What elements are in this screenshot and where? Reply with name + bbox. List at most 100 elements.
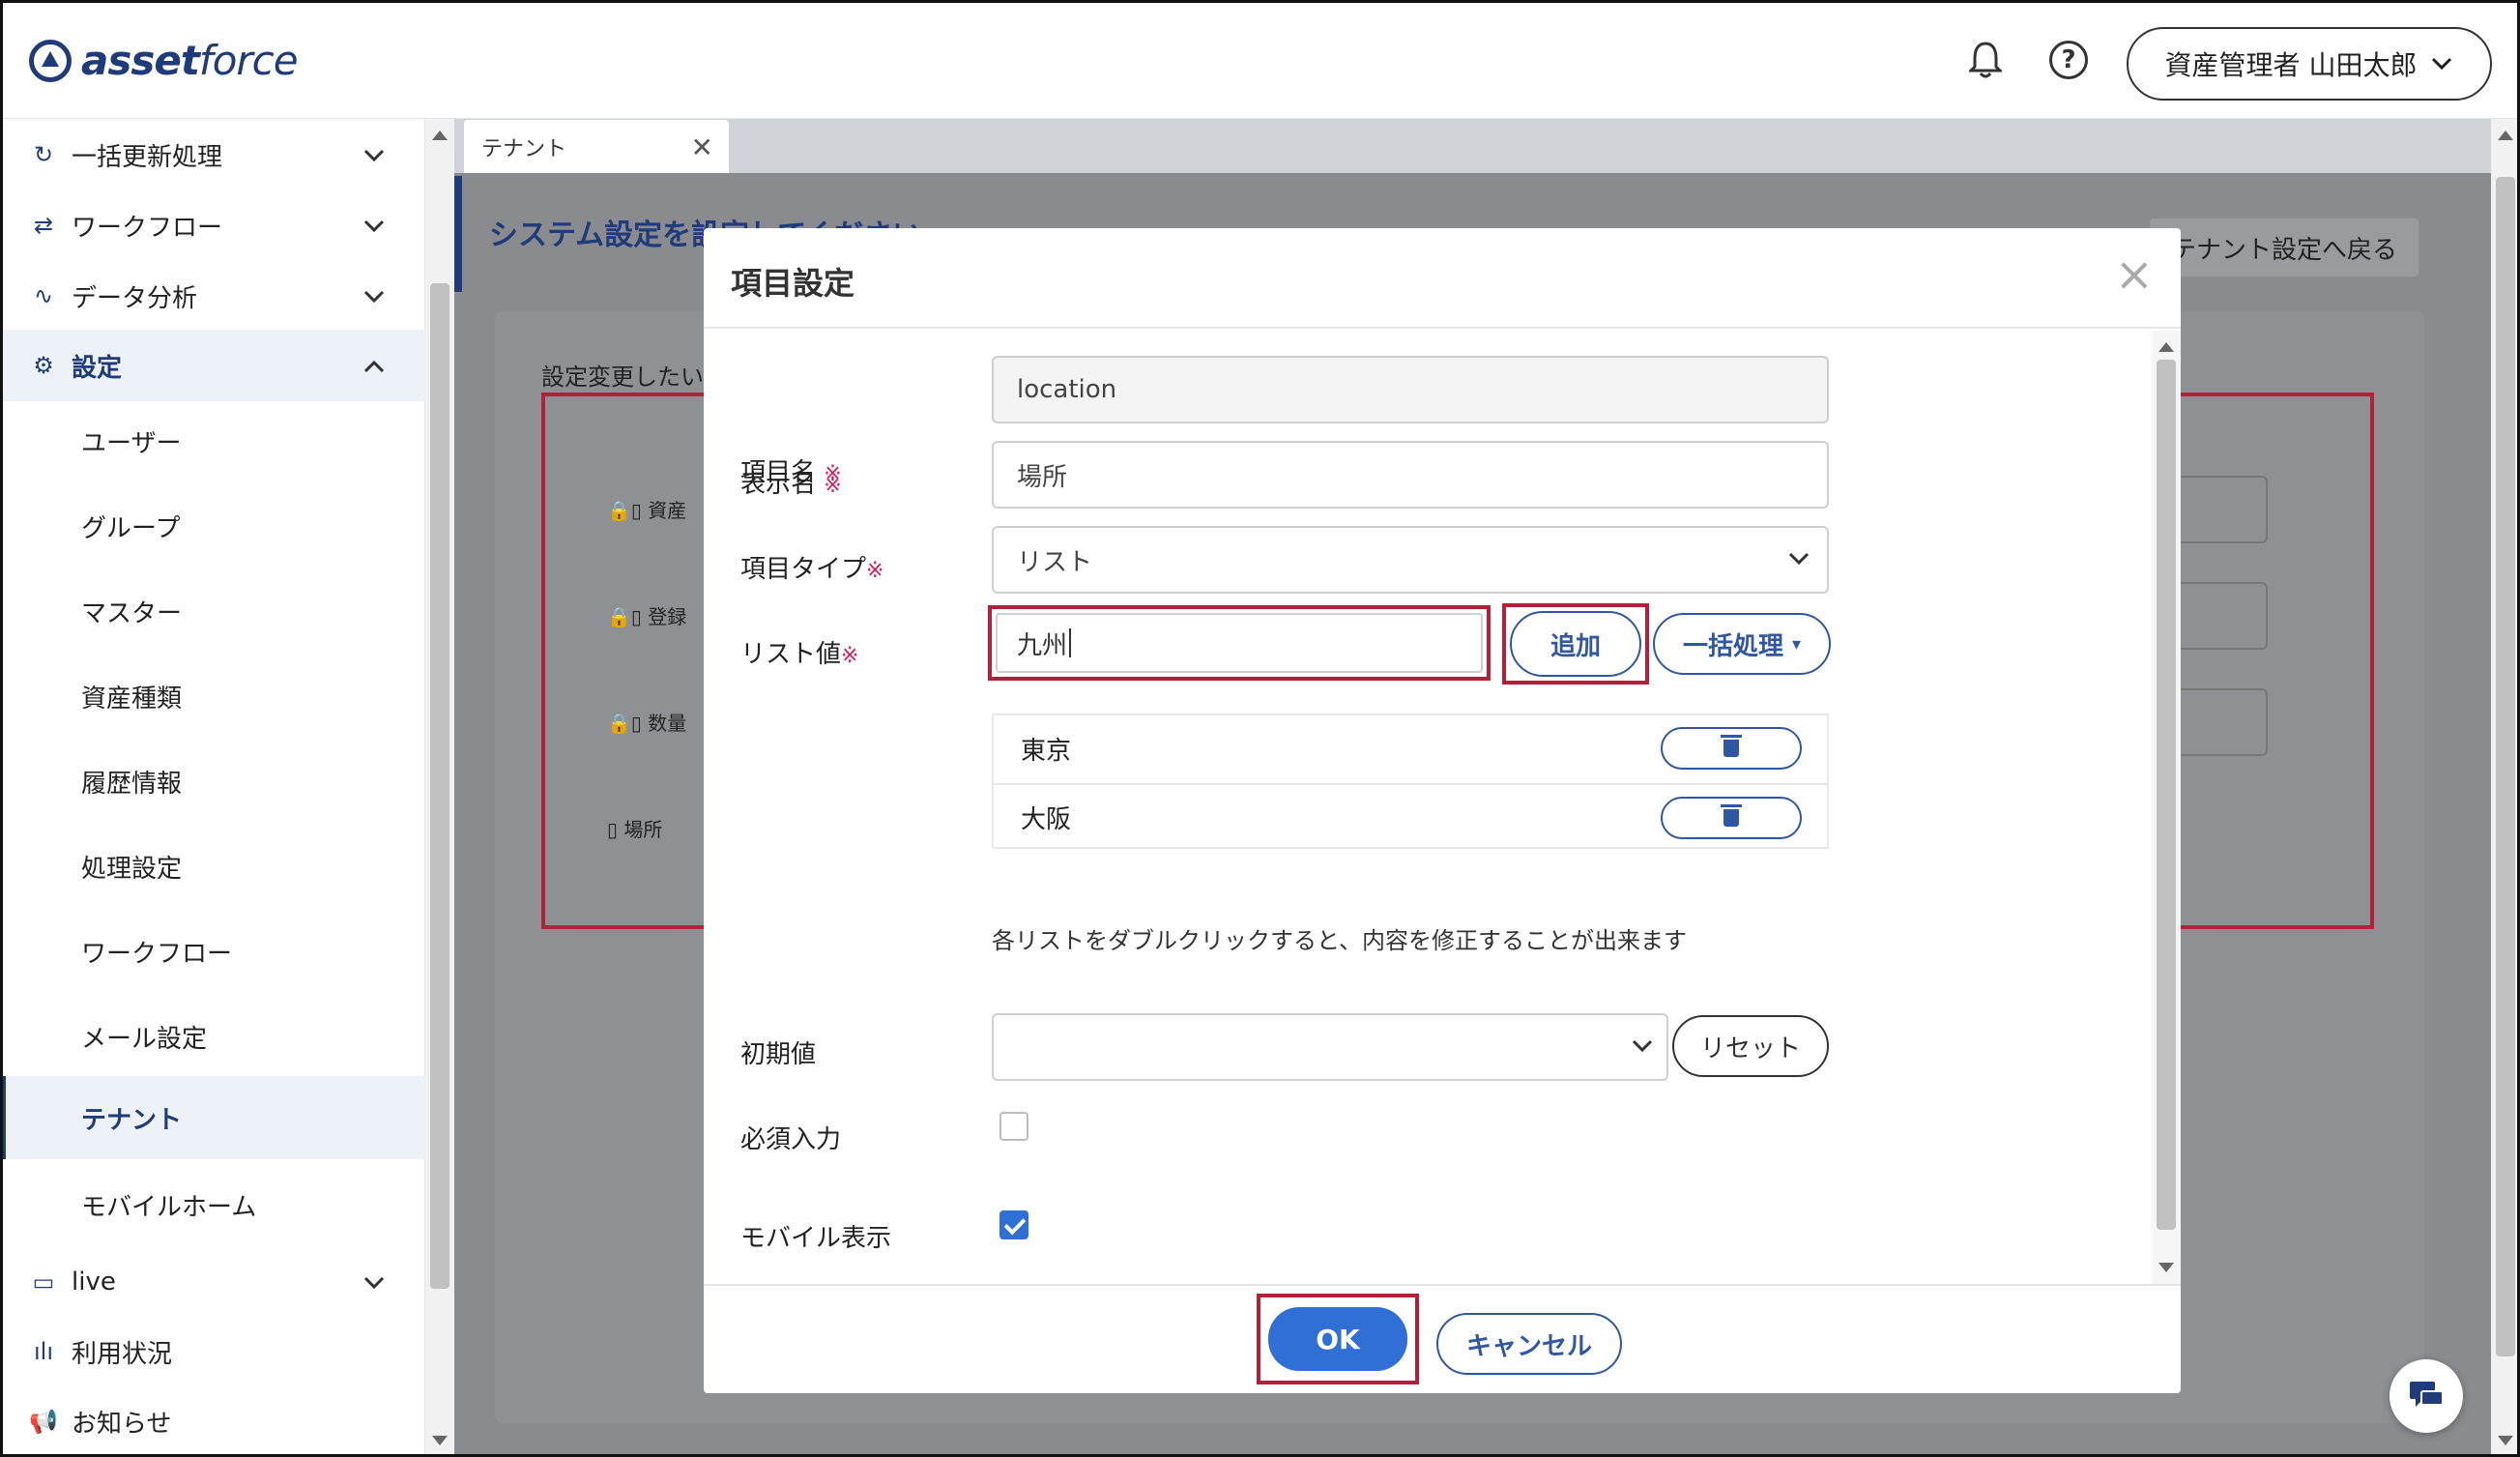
mobile-display-checkbox[interactable]: [999, 1210, 1028, 1239]
chevron-down-icon: [360, 1268, 389, 1296]
trash-icon: [1721, 735, 1742, 757]
tab-bar: [454, 119, 2491, 173]
app-header: assetforce ? 資産管理者 山田太郎: [0, 0, 2520, 119]
chevron-down-icon: [2432, 57, 2452, 71]
modal-scrollbar[interactable]: [2152, 331, 2181, 1284]
label-text: 表示名: [740, 470, 817, 499]
item-settings-modal: 項目設定 × 項目名 ※ location 表示名 ※ 場所 項目タイプ※ リス…: [704, 228, 2181, 1393]
tab-tenant[interactable]: テナント ✕: [464, 120, 729, 173]
sidebar-subitem-tenant[interactable]: テナント: [0, 1076, 425, 1159]
scroll-down-icon[interactable]: [432, 1436, 448, 1445]
scroll-down-icon[interactable]: [2158, 1263, 2174, 1272]
bg-row-quantity: 🔒▯ 数量: [607, 712, 687, 735]
sidebar-subitem-workflow[interactable]: ワークフロー: [0, 910, 425, 993]
sidebar-item-label: live: [72, 1268, 116, 1297]
logo-mark-icon: [29, 39, 72, 82]
sidebar-subitem-history[interactable]: 履歴情報: [0, 740, 425, 823]
bell-icon[interactable]: [1964, 39, 2007, 81]
user-menu-button[interactable]: 資産管理者 山田太郎: [2127, 27, 2492, 101]
bulk-process-button[interactable]: 一括処理 ▾: [1653, 613, 1831, 675]
help-icon[interactable]: ?: [2047, 39, 2090, 81]
list-values-table: 東京 大阪: [992, 714, 1829, 849]
sidebar-item-settings[interactable]: ⚙ 設定: [0, 330, 425, 401]
chevron-down-icon: [360, 212, 389, 239]
cancel-button[interactable]: キャンセル: [1436, 1313, 1622, 1375]
select-value: リスト: [1017, 547, 1093, 577]
sidebar-item-usage[interactable]: ılı 利用状況: [0, 1318, 425, 1385]
list-value-label: リスト値※: [740, 634, 858, 670]
list-item-label: 大阪: [1021, 804, 1072, 834]
sidebar-subitem-users[interactable]: ユーザー: [0, 399, 425, 482]
sidebar-subitem-mail-settings[interactable]: メール設定: [0, 995, 425, 1078]
add-button-highlight: 追加: [1502, 603, 1649, 685]
item-type-label: 項目タイプ※: [740, 549, 883, 585]
chevron-up-icon: [360, 352, 389, 379]
main-scrollbar[interactable]: [2491, 119, 2520, 1457]
sidebar-item-notices[interactable]: 📢 お知らせ: [0, 1387, 425, 1455]
chat-icon: ▭: [32, 1268, 55, 1296]
reset-button[interactable]: リセット: [1672, 1015, 1829, 1077]
bg-row-label: 登録: [648, 605, 687, 628]
sidebar-subitem-groups[interactable]: グループ: [0, 484, 425, 568]
modal-footer: OK キャンセル: [704, 1284, 2181, 1393]
bg-row-location: ▯ 場所: [607, 818, 663, 841]
sidebar-item-live[interactable]: ▭ live: [0, 1248, 425, 1316]
scroll-up-icon[interactable]: [432, 131, 448, 140]
modal-title: 項目設定: [731, 265, 855, 302]
required-input-checkbox[interactable]: [999, 1112, 1028, 1141]
item-type-select[interactable]: リスト: [992, 526, 1829, 594]
chevron-down-icon: [360, 141, 389, 168]
add-button[interactable]: 追加: [1510, 611, 1641, 677]
ok-button[interactable]: OK: [1268, 1307, 1407, 1371]
field-name-input[interactable]: location: [992, 356, 1829, 423]
section-label: 設定変更したい: [541, 364, 704, 391]
scroll-down-icon[interactable]: [2498, 1436, 2513, 1445]
gear-icon: ⚙: [33, 352, 54, 379]
sidebar: ↻ 一括更新処理 ⇄ ワークフロー ∿ データ分析 ⚙ 設定 ユーザー グループ…: [0, 119, 425, 1457]
scroll-up-icon[interactable]: [2158, 342, 2174, 352]
list-hint-text: 各リストをダブルクリックすると、内容を修正することが出来ます: [992, 927, 1688, 954]
sidebar-scrollbar[interactable]: [425, 119, 454, 1457]
sidebar-subitem-mobile-home[interactable]: モバイルホーム: [0, 1163, 425, 1246]
list-item[interactable]: 東京: [994, 715, 1827, 781]
initial-value-select[interactable]: [992, 1013, 1668, 1081]
list-item-label: 東京: [1021, 736, 1072, 766]
required-mark: ※: [824, 474, 842, 498]
logo-text-light: force: [198, 37, 299, 84]
display-name-input[interactable]: 場所: [992, 441, 1829, 509]
bg-row-label: 数量: [648, 712, 687, 735]
back-to-tenant-button[interactable]: テナント設定へ戻る: [2150, 219, 2419, 277]
megaphone-icon: 📢: [29, 1408, 58, 1435]
list-item[interactable]: 大阪: [994, 783, 1827, 849]
close-icon[interactable]: ×: [2115, 248, 2154, 302]
label-text: 項目タイプ: [740, 555, 867, 584]
sidebar-subitem-master[interactable]: マスター: [0, 569, 425, 653]
modal-header: 項目設定 ×: [704, 228, 2181, 329]
sidebar-subitem-asset-types[interactable]: 資産種類: [0, 655, 425, 738]
sidebar-item-label: 利用状況: [72, 1339, 173, 1369]
sidebar-item-label: 一括更新処理: [72, 142, 223, 172]
trash-icon: [1721, 804, 1742, 827]
sidebar-subitem-process-settings[interactable]: 処理設定: [0, 825, 425, 908]
scroll-thumb[interactable]: [2157, 360, 2176, 1230]
scroll-up-icon[interactable]: [2498, 131, 2513, 140]
text-cursor: [1069, 628, 1072, 657]
button-label: 一括処理: [1682, 631, 1783, 661]
required-input-label: 必須入力: [740, 1125, 842, 1154]
close-icon[interactable]: ✕: [691, 131, 713, 163]
scroll-thumb[interactable]: [2496, 177, 2515, 1356]
delete-button[interactable]: [1661, 727, 1802, 770]
bg-input: [2171, 476, 2268, 543]
refresh-icon: ↻: [33, 141, 54, 168]
sidebar-item-bulk-update[interactable]: ↻ 一括更新処理: [0, 121, 425, 189]
logo[interactable]: assetforce: [29, 37, 299, 84]
list-value-input[interactable]: 九州: [996, 613, 1483, 673]
ok-button-highlight: OK: [1257, 1294, 1419, 1384]
scroll-thumb[interactable]: [430, 283, 449, 1289]
bar-chart-icon: ılı: [33, 1338, 53, 1365]
delete-button[interactable]: [1661, 797, 1802, 839]
chat-button[interactable]: [2390, 1359, 2463, 1433]
sidebar-item-workflow[interactable]: ⇄ ワークフロー: [0, 191, 425, 259]
bg-row-asset: 🔒▯ 資産: [607, 499, 687, 522]
sidebar-item-data-analysis[interactable]: ∿ データ分析: [0, 262, 425, 330]
